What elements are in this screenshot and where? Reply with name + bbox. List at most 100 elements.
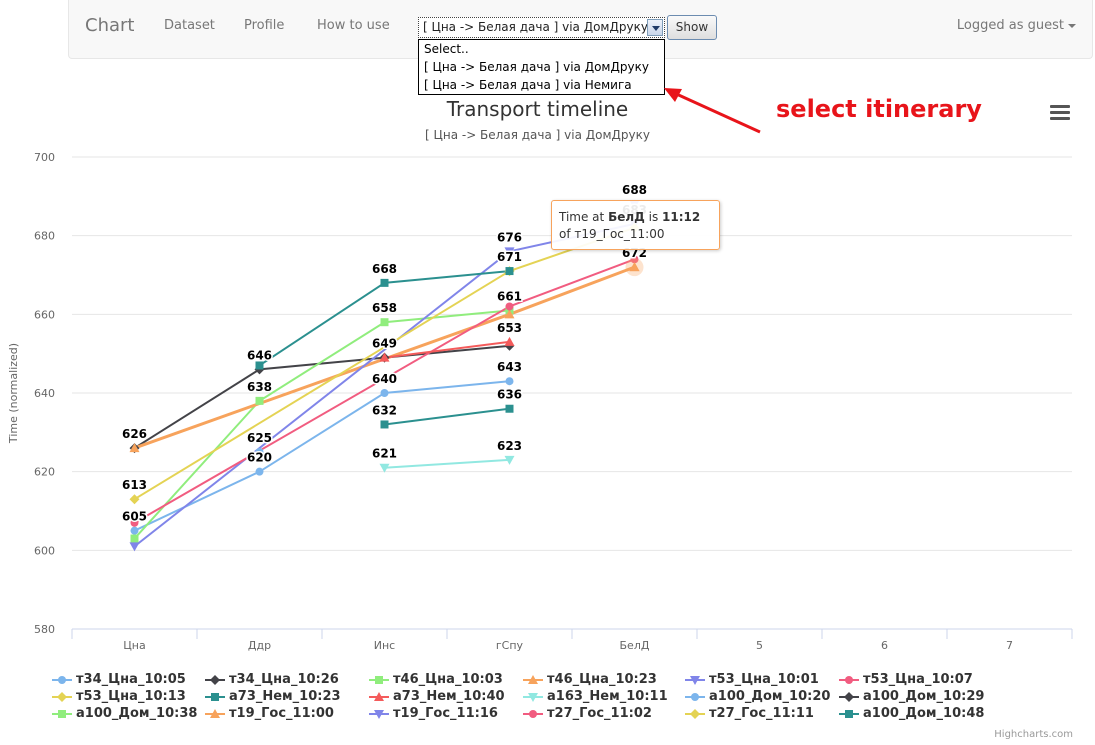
legend-marker[interactable] xyxy=(375,676,383,684)
data-point[interactable] xyxy=(130,526,139,535)
legend-label: т27_Гос_11:02 xyxy=(547,706,652,721)
y-axis-title: Time (normalized) xyxy=(7,343,20,444)
series-line[interactable] xyxy=(384,340,510,359)
chart-tooltip: Time at БелД is 11:12 of т19_Гос_11:00 xyxy=(551,200,720,250)
legend-symbol-icon xyxy=(839,676,859,684)
data-label: 638 xyxy=(247,380,272,394)
legend-label: а100_Дом_10:20 xyxy=(709,689,831,704)
legend-marker[interactable] xyxy=(58,676,66,684)
data-label: 661 xyxy=(497,289,522,303)
legend-symbol-icon xyxy=(205,693,225,701)
legend-marker[interactable] xyxy=(57,692,67,702)
legend-label: т46_Цна_10:03 xyxy=(393,672,503,687)
tooltip-stop: БелД xyxy=(608,210,645,224)
legend-symbol-icon xyxy=(523,693,543,702)
legend-marker[interactable] xyxy=(211,693,219,701)
x-tick-label: 7 xyxy=(1006,639,1013,652)
legend-label: а100_Дом_10:29 xyxy=(863,689,985,704)
credits-link[interactable]: Highcharts.com xyxy=(994,729,1073,740)
legend-label: т19_Гос_11:00 xyxy=(229,706,334,721)
y-tick-label: 640 xyxy=(34,387,55,400)
data-label: 688 xyxy=(622,183,647,197)
data-label: 605 xyxy=(122,510,147,524)
y-tick-label: 620 xyxy=(34,466,55,479)
chart-axes: 580 600 620 640 660 680 700 Цна Ддр Инс гСпу БелД 5 6… xyxy=(7,151,1073,652)
legend-symbol-icon xyxy=(52,710,72,718)
legend-marker[interactable] xyxy=(690,709,700,719)
legend-symbol-icon xyxy=(523,675,543,684)
data-label: 623 xyxy=(497,439,522,453)
legend-label: а73_Нем_10:40 xyxy=(393,689,505,704)
data-label: 636 xyxy=(497,388,522,402)
data-label: 658 xyxy=(372,301,397,315)
legend-label: т53_Цна_10:13 xyxy=(76,689,186,704)
series-line[interactable] xyxy=(384,407,510,426)
y-tick-label: 680 xyxy=(34,230,55,243)
y-tick-label: 580 xyxy=(34,623,55,636)
data-label: 676 xyxy=(497,230,522,244)
y-tick-label: 700 xyxy=(34,151,55,164)
legend-label: а100_Дом_10:48 xyxy=(863,706,985,721)
legend-marker[interactable] xyxy=(691,693,699,701)
data-label: 620 xyxy=(247,451,272,465)
x-tick-label: Инс xyxy=(374,639,395,652)
legend-label: а73_Нем_10:23 xyxy=(229,689,341,704)
x-tick-label: Цна xyxy=(123,639,145,652)
y-tick-label: 660 xyxy=(34,308,55,321)
series-line[interactable] xyxy=(134,380,510,532)
data-label: 613 xyxy=(122,478,147,492)
legend-symbol-icon xyxy=(685,676,705,685)
chart-subtitle: [ Цна -> Белая дача ] via ДомДруку xyxy=(425,128,650,142)
tooltip-series: of т19_Гос_11:00 xyxy=(559,227,665,241)
legend-symbol-icon xyxy=(369,676,389,684)
legend-marker[interactable] xyxy=(845,676,853,684)
legend-marker[interactable] xyxy=(845,710,853,718)
data-label: 632 xyxy=(372,403,397,417)
data-point[interactable] xyxy=(380,420,389,429)
data-label: 625 xyxy=(247,431,272,445)
legend-marker[interactable] xyxy=(210,675,220,685)
data-label: 646 xyxy=(247,348,272,362)
legend-label: т53_Цна_10:01 xyxy=(709,672,819,687)
data-label: 671 xyxy=(497,250,522,264)
tooltip-prefix: Time at xyxy=(559,210,609,224)
data-point[interactable] xyxy=(255,361,264,370)
tooltip-mid: is xyxy=(644,210,663,224)
data-point[interactable] xyxy=(129,494,140,505)
data-point[interactable] xyxy=(505,302,514,311)
data-point[interactable] xyxy=(380,318,389,327)
series-line[interactable] xyxy=(384,458,510,469)
data-label: 643 xyxy=(497,360,522,374)
data-label: 649 xyxy=(372,337,397,351)
legend-label: а163_Нем_10:11 xyxy=(547,689,668,704)
legend-symbol-icon xyxy=(205,675,225,685)
data-point[interactable] xyxy=(380,278,389,287)
data-point[interactable] xyxy=(505,377,514,386)
x-tick-label: 6 xyxy=(881,639,888,652)
data-point[interactable] xyxy=(255,467,264,476)
legend-symbol-icon xyxy=(523,710,543,718)
legend-marker[interactable] xyxy=(844,692,854,702)
legend-symbol-icon xyxy=(685,693,705,701)
legend-symbol-icon xyxy=(52,692,72,702)
legend-label: т34_Цна_10:05 xyxy=(76,672,186,687)
legend-label: а100_Дом_10:38 xyxy=(76,706,198,721)
data-point[interactable] xyxy=(130,534,139,543)
x-tick-label: гСпу xyxy=(496,639,524,652)
data-point[interactable] xyxy=(380,389,389,397)
legend-symbol-icon xyxy=(52,676,72,684)
data-point[interactable] xyxy=(255,396,264,405)
data-label: 668 xyxy=(372,262,397,276)
legend-marker[interactable] xyxy=(529,710,537,718)
chart-title: Transport timeline xyxy=(446,97,629,121)
y-tick-label: 600 xyxy=(34,544,55,557)
data-point[interactable] xyxy=(505,404,514,413)
legend-label: т19_Гос_11:16 xyxy=(393,706,498,721)
legend-symbol-icon xyxy=(839,692,859,702)
annotation-text: select itinerary xyxy=(776,95,982,123)
hamburger-menu-icon[interactable] xyxy=(1050,105,1070,121)
legend-symbol-icon xyxy=(369,710,389,719)
legend-label: т27_Гос_11:11 xyxy=(709,706,814,721)
legend-marker[interactable] xyxy=(58,710,66,718)
data-point[interactable] xyxy=(505,267,514,276)
